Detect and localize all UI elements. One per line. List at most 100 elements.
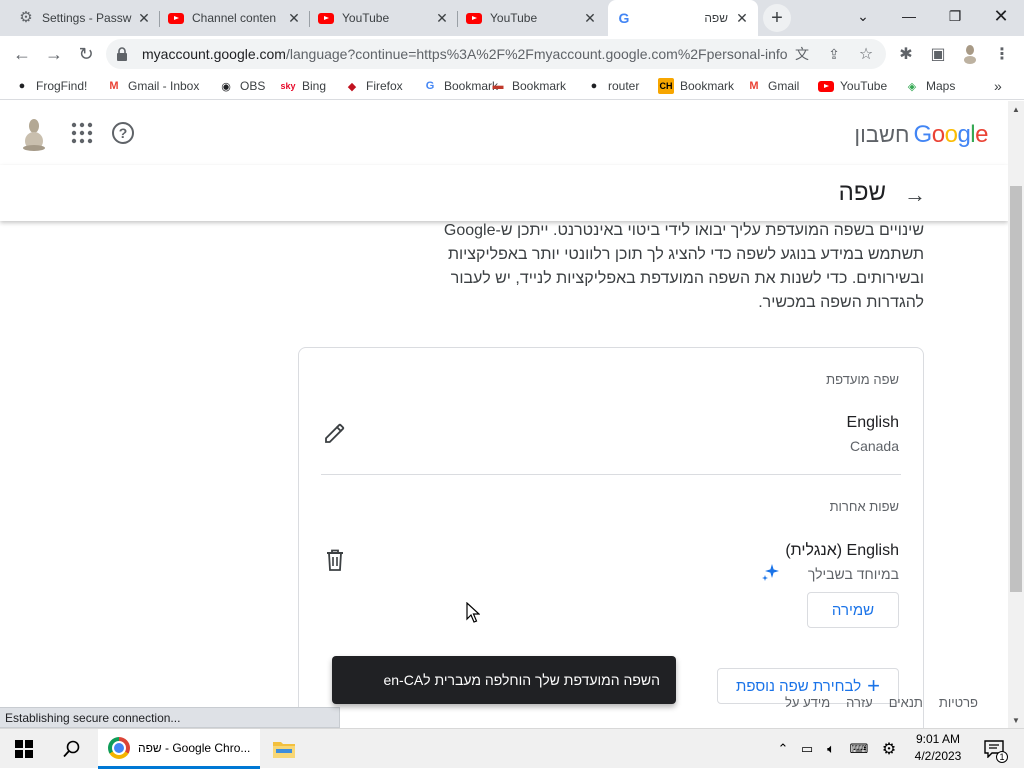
mouse-cursor-icon [466, 602, 480, 623]
forward-arrow-icon[interactable]: → [38, 38, 70, 70]
notifications-icon[interactable]: 1 [982, 737, 1008, 763]
bookmark-item[interactable]: ● FrogFind! [14, 76, 88, 96]
windows-taskbar: שפה - Google Chro... ⌃ ▭ 🔈︎ ⌨ ⚙ 9:01 AM … [0, 728, 1024, 769]
google-account-logo[interactable]: חשבון Google [854, 121, 988, 149]
extensions-puzzle-icon[interactable]: ✱ [894, 42, 918, 66]
bookmark-item[interactable]: ▬ Bookmark [490, 76, 567, 96]
bookmarks-overflow-button[interactable]: » [994, 76, 1002, 96]
footer-link-about[interactable]: מידע על [785, 695, 830, 710]
close-icon[interactable]: ✕ [136, 10, 152, 26]
scroll-up-arrow-icon[interactable]: ▲ [1008, 101, 1024, 117]
sparkle-icon [762, 564, 779, 581]
footer-link-privacy[interactable]: פרטיות [939, 695, 978, 710]
close-icon[interactable]: ✕ [434, 10, 450, 26]
preferred-language-heading: שפה מועדפת [826, 372, 899, 387]
reload-icon[interactable]: ↻ [70, 38, 102, 70]
youtube-icon [818, 78, 834, 94]
tray-chevron-up-icon[interactable]: ⌃ [774, 737, 792, 761]
settings-gear-icon[interactable]: ⚙ [878, 737, 900, 761]
bookmark-item[interactable]: ◉ OBS [218, 76, 265, 96]
bookmark-item[interactable]: M Gmail - Inbox [106, 76, 199, 96]
bookmark-item[interactable]: ● router [586, 76, 640, 96]
bookmark-item[interactable]: CH Bookmark [658, 76, 734, 96]
taskbar-chrome-window[interactable]: שפה - Google Chro... [98, 729, 260, 769]
close-icon[interactable]: ✕ [582, 10, 598, 26]
footer-links: פרטיות תנאים עזרה מידע על [785, 695, 978, 710]
save-button[interactable]: שמירה [807, 592, 899, 628]
google-icon: G [425, 80, 435, 92]
tab-youtube-2[interactable]: YouTube ✕ [458, 4, 606, 32]
youtube-icon [466, 10, 482, 26]
browser-status-bubble: Establishing secure connection... [0, 707, 340, 728]
close-icon[interactable]: ✕ [734, 10, 750, 26]
bookmark-item[interactable]: G Bookmark [422, 76, 498, 96]
volume-icon[interactable]: 🔈︎ [820, 737, 842, 761]
scroll-down-arrow-icon[interactable]: ▼ [1008, 712, 1024, 728]
bookmark-item[interactable]: YouTube [818, 76, 887, 96]
apps-grid-icon[interactable] [70, 121, 94, 145]
bookmarks-bar: ● FrogFind! M Gmail - Inbox ◉ OBS sky Bing ◆… [0, 72, 1024, 100]
side-panel-icon[interactable]: ▣ [926, 42, 950, 66]
network-icon[interactable]: ▭ [796, 737, 818, 761]
bookmark-item[interactable]: M Gmail [746, 76, 799, 96]
snackbar-toast: השפה המועדפת שלך הוחלפה מעברית לen-CA [332, 656, 676, 704]
lock-icon [117, 47, 127, 61]
tab-language[interactable]: G שפה ✕ [608, 0, 758, 36]
tab-search-chevron-icon[interactable]: ⌄ [840, 0, 886, 32]
back-arrow-icon[interactable]: ← [6, 38, 38, 70]
chrome-icon [108, 736, 130, 759]
help-icon[interactable]: ? [112, 122, 134, 144]
maximize-icon[interactable]: ❐ [932, 0, 978, 32]
bookmark-item[interactable]: ◆ Firefox [344, 76, 403, 96]
divider [321, 474, 901, 475]
file-explorer-icon[interactable] [262, 729, 306, 769]
bookmark-star-icon[interactable]: ☆ [856, 44, 876, 64]
edit-pencil-icon[interactable] [323, 421, 347, 445]
firefox-icon: ◆ [347, 80, 357, 93]
account-product-label: חשבון [854, 122, 910, 147]
avatar[interactable] [20, 117, 48, 151]
other-language-name: English (אנגלית) [785, 542, 899, 559]
windows-start-icon[interactable] [0, 729, 48, 769]
back-arrow-icon[interactable]: → [904, 182, 926, 208]
scrollbar-thumb[interactable] [1010, 186, 1022, 592]
footer-link-terms[interactable]: תנאים [889, 695, 923, 710]
page-title-bar: → שפה [0, 165, 1008, 221]
tab-title: Settings - Passw [42, 11, 132, 25]
account-header: ? חשבון Google [0, 101, 1008, 165]
profile-avatar-icon[interactable] [958, 42, 982, 66]
google-logo: Google [913, 121, 989, 148]
minimize-icon[interactable]: — [886, 0, 932, 32]
footer-link-help[interactable]: עזרה [846, 695, 873, 710]
trash-icon[interactable] [324, 548, 346, 572]
address-bar[interactable]: myaccount.google.com/language?continue=h… [106, 39, 886, 69]
browser-toolbar: ← → ↻ myaccount.google.com/language?cont… [0, 36, 1024, 72]
search-icon[interactable] [48, 729, 96, 769]
youtube-icon [318, 10, 334, 26]
translate-icon[interactable]: 文 [792, 44, 812, 64]
close-icon[interactable]: ✕ [286, 10, 302, 26]
system-clock[interactable]: 9:01 AM 4/2/2023 [900, 731, 976, 765]
tab-strip: ⚙ Settings - Passw ✕ Channel conten ✕ Yo… [0, 0, 1024, 36]
tab-settings[interactable]: ⚙ Settings - Passw ✕ [10, 4, 160, 32]
globe-icon: ● [18, 80, 26, 92]
gmail-icon: M [749, 80, 759, 92]
language-description: שינויים בשפה המועדפת עליך יבואו לידי ביט… [443, 222, 924, 311]
bookmark-item[interactable]: sky Bing [280, 76, 326, 96]
window-close-icon[interactable]: ✕ [978, 0, 1024, 32]
clock-date: 4/2/2023 [914, 749, 962, 763]
share-icon[interactable]: ⇪ [824, 44, 844, 64]
page-title: שפה [838, 179, 886, 206]
new-tab-button[interactable]: + [763, 4, 791, 32]
url-text[interactable]: myaccount.google.com/language?continue=h… [142, 46, 788, 62]
keyboard-icon[interactable]: ⌨ [846, 737, 872, 761]
tab-title: YouTube [342, 11, 390, 25]
gear-icon: ⚙ [19, 9, 33, 26]
tab-youtube[interactable]: YouTube ✕ [310, 4, 458, 32]
clock-time: 9:01 AM [915, 732, 961, 746]
preferred-language-name: English [846, 414, 899, 431]
tab-channel-content[interactable]: Channel conten ✕ [160, 4, 310, 32]
bookmark-item[interactable]: ◈ Maps [904, 76, 956, 96]
youtube-icon [168, 10, 184, 26]
kebab-menu-icon[interactable]: ⋮ [990, 42, 1014, 66]
